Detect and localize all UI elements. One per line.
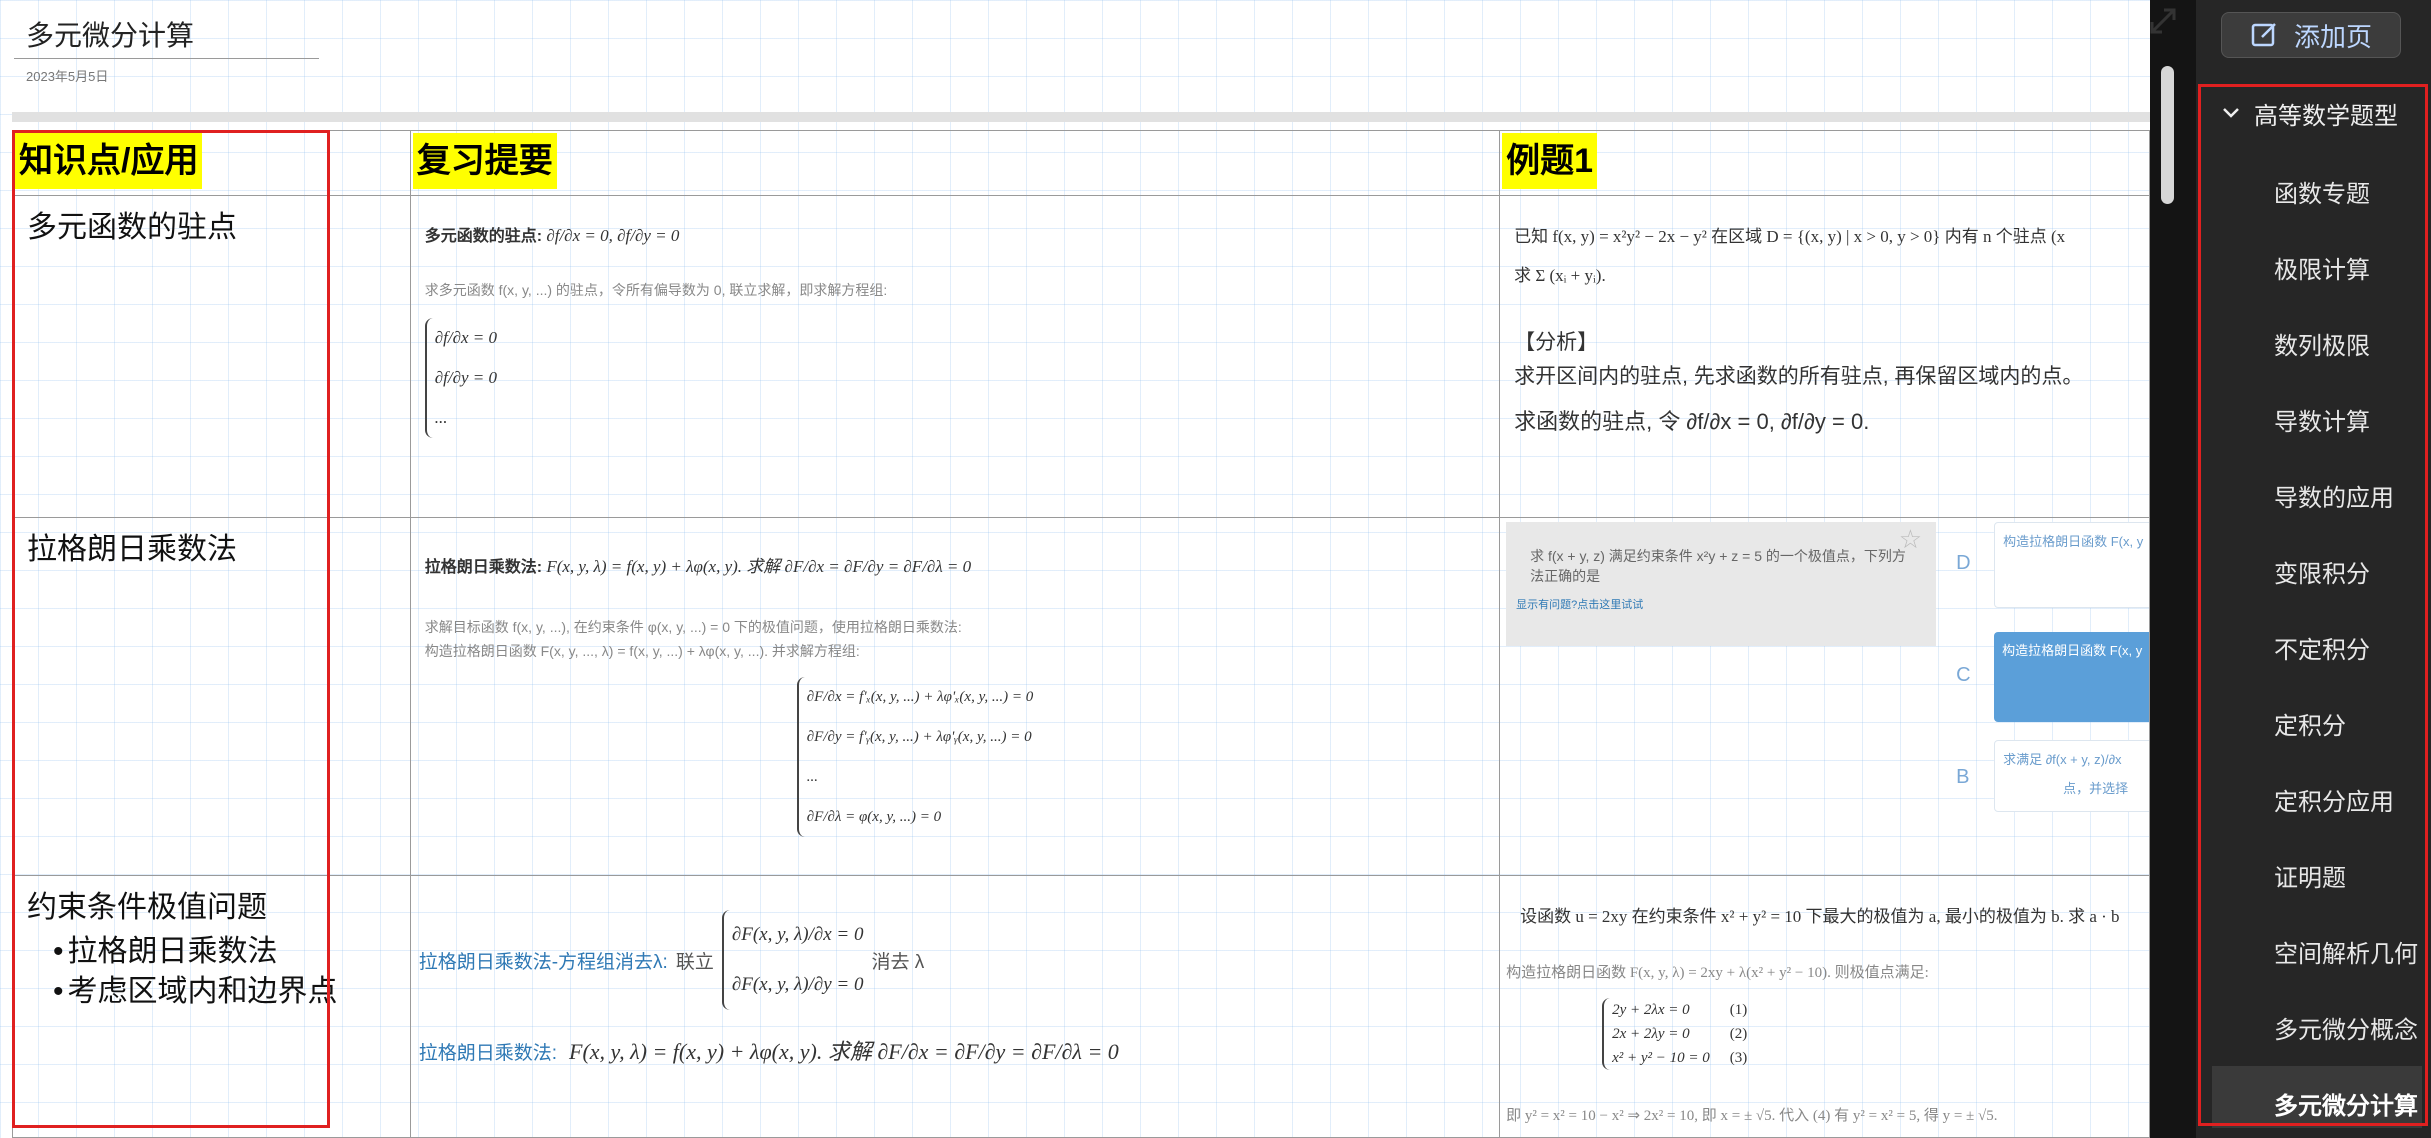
option-c-label: C <box>1956 664 1971 686</box>
quiz-option-d[interactable]: 构造拉格朗日函数 F(x, y <box>1994 522 2149 608</box>
system-line: ∂F(x, y, λ)/∂x = 0 <box>731 924 864 945</box>
table-header-row: 知识点/应用 复习提要 例题1 <box>12 130 2150 196</box>
example-question-2: 求 Σ (xᵢ + yᵢ). <box>1514 266 1606 285</box>
example-cell[interactable]: 已知 f(x, y) = x²y² − 2x − y² 在区域 D = {(x,… <box>1499 195 2150 518</box>
topic-label: 多元函数的驻点 <box>27 211 237 244</box>
review-system: ∂f/∂x = 0 ∂f/∂y = 0 ... <box>424 318 497 438</box>
example-line: 构造拉格朗日函数 F(x, y, λ) = 2xy + λ(x² + y² − … <box>1506 965 1929 981</box>
page-date: 2023年5月5日 <box>26 69 109 84</box>
title-divider <box>14 58 319 59</box>
top-divider-band <box>12 112 2150 122</box>
system-line: ∂F(x, y, λ)/∂y = 0 <box>731 974 864 995</box>
example-analysis-line: 求开区间内的驻点, 先求函数的所有驻点, 再保留区域内的点。 <box>1514 365 2084 388</box>
review-title: 拉格朗日乘数法: <box>424 559 543 576</box>
header-topic: 知识点/应用 <box>15 133 203 189</box>
header-cell[interactable]: 复习提要 <box>409 130 1501 196</box>
expand-icon[interactable] <box>2146 4 2180 38</box>
review-cell[interactable]: 拉格朗日乘数法: F(x, y, λ) = f(x, y) + λφ(x, y)… <box>409 517 1501 876</box>
option-b-text: 点，并选择 <box>2063 781 2129 796</box>
system-tag: (2) <box>1729 1026 1748 1042</box>
review-note: 求多元函数 f(x, y, ...) 的驻点，令所有偏导数为 0, 联立求解，即… <box>424 282 888 298</box>
quiz-question: 求 f(x + y, z) 满足约束条件 x²y + z = 5 的一个极值点，… <box>1530 548 1906 584</box>
review-blue-title: 拉格朗日乘数法: <box>418 1043 558 1064</box>
table-row: 多元函数的驻点 多元函数的驻点: ∂f/∂x = 0, ∂f/∂y = 0 求多… <box>12 195 2150 518</box>
review-system: ∂F/∂x = f'ₓ(x, y, ...) + λφ'ₓ(x, y, ...)… <box>796 677 1034 837</box>
system-line: 2y + 2λx = 0 <box>1612 1002 1690 1018</box>
system-tag: (1) <box>1729 1002 1748 1018</box>
list-item: 拉格朗日乘数法 <box>53 932 396 972</box>
topic-cell[interactable]: 多元函数的驻点 <box>12 195 411 518</box>
example-question: 设函数 u = 2xy 在约束条件 x² + y² = 10 下最大的极值为 a… <box>1520 907 2120 926</box>
example-cell[interactable]: 求 f(x + y, z) 满足约束条件 x²y + z = 5 的一个极值点，… <box>1499 517 2150 876</box>
system-tag: (3) <box>1729 1050 1748 1066</box>
table-row: 拉格朗日乘数法 拉格朗日乘数法: F(x, y, λ) = f(x, y) + … <box>12 517 2150 876</box>
system-line: 2x + 2λy = 0 <box>1612 1026 1690 1042</box>
header-review: 复习提要 <box>412 133 557 189</box>
edit-icon <box>2251 23 2276 47</box>
quiz-question-box: 求 f(x + y, z) 满足约束条件 x²y + z = 5 的一个极值点，… <box>1506 522 1937 646</box>
option-d-label: D <box>1956 552 1971 574</box>
review-cell[interactable]: 多元函数的驻点: ∂f/∂x = 0, ∂f/∂y = 0 求多元函数 f(x,… <box>409 195 1501 518</box>
review-title: 多元函数的驻点: <box>424 228 543 245</box>
add-page-button[interactable]: 添加页 <box>2221 12 2401 58</box>
system-line: ∂f/∂x = 0 <box>434 328 497 347</box>
quiz-option-c[interactable]: 构造拉格朗日函数 F(x, y <box>1994 632 2149 722</box>
quiz-option-b[interactable]: 求满足 ∂f(x + y, z)/∂x 点，并选择 <box>1994 740 2149 812</box>
annotation-box-right <box>2198 84 2428 1126</box>
system-line: ... <box>806 769 818 785</box>
add-page-label: 添加页 <box>2293 21 2372 52</box>
topic-label: 约束条件极值问题 <box>27 891 267 924</box>
review-equation: ∂f/∂x = 0, ∂f/∂y = 0 <box>546 226 680 245</box>
table-row: 约束条件极值问题 拉格朗日乘数法 考虑区域内和边界点 拉格朗日乘数法-方程组消去… <box>12 875 2150 1138</box>
topic-cell[interactable]: 拉格朗日乘数法 <box>12 517 411 876</box>
system-line: ∂F/∂λ = φ(x, y, ...) = 0 <box>806 809 942 825</box>
header-example: 例题1 <box>1502 133 1598 189</box>
review-text: 联立 <box>675 951 714 973</box>
topic-label: 拉格朗日乘数法 <box>27 533 237 566</box>
review-system: ∂F(x, y, λ)/∂x = 0 ∂F(x, y, λ)/∂y = 0 <box>721 910 864 1010</box>
system-line: ∂f/∂y = 0 <box>434 368 497 387</box>
header-cell[interactable]: 知识点/应用 <box>12 130 411 196</box>
review-blue-title: 拉格朗日乘数法-方程组消去λ: <box>418 951 668 973</box>
review-cell[interactable]: 拉格朗日乘数法-方程组消去λ: 联立 ∂F(x, y, λ)/∂x = 0 ∂F… <box>409 875 1501 1138</box>
notebook-page: 多元微分计算 2023年5月5日 知识点/应用 复习提要 例题1 多元函数的驻点… <box>0 0 2150 1138</box>
option-b-text: 求满足 ∂f(x + y, z)/∂x <box>2003 752 2122 767</box>
notes-table: 知识点/应用 复习提要 例题1 多元函数的驻点 多元函数的驻点: ∂f/∂x =… <box>12 130 2150 1138</box>
example-question: 已知 f(x, y) = x²y² − 2x − y² 在区域 D = {(x,… <box>1514 227 2066 246</box>
review-text: 消去 λ <box>871 951 925 973</box>
review-note: 求解目标函数 f(x, y, ...), 在约束条件 φ(x, y, ...) … <box>424 619 962 635</box>
review-equation: F(x, y, λ) = f(x, y) + λφ(x, y). 求解 ∂F/∂… <box>546 557 972 576</box>
example-system: 2y + 2λx = 0 2x + 2λy = 0 x² + y² − 10 =… <box>1602 998 1710 1070</box>
header-cell[interactable]: 例题1 <box>1499 130 2150 196</box>
example-analysis-line: 求函数的驻点, 令 ∂f/∂x = 0, ∂f/∂y = 0. <box>1514 409 1870 434</box>
system-line: ... <box>434 408 448 427</box>
example-cell[interactable]: 设函数 u = 2xy 在约束条件 x² + y² = 10 下最大的极值为 a… <box>1499 875 2150 1138</box>
list-item: 考虑区域内和边界点 <box>53 972 396 1012</box>
star-icon[interactable]: ☆ <box>1899 524 1922 555</box>
example-system-tags: (1) (2) (3) <box>1730 998 1748 1070</box>
system-line: ∂F/∂x = f'ₓ(x, y, ...) + λφ'ₓ(x, y, ...)… <box>806 689 1034 705</box>
topic-cell[interactable]: 约束条件极值问题 拉格朗日乘数法 考虑区域内和边界点 <box>12 875 411 1138</box>
topic-bullets: 拉格朗日乘数法 考虑区域内和边界点 <box>27 932 396 1012</box>
system-line: ∂F/∂y = f'ᵧ(x, y, ...) + λφ'ᵧ(x, y, ...)… <box>806 729 1032 745</box>
page-title[interactable]: 多元微分计算 <box>26 14 194 54</box>
review-note: 构造拉格朗日函数 F(x, y, ..., λ) = f(x, y, ...) … <box>424 643 860 659</box>
example-analysis: 【分析】 <box>1514 331 1599 354</box>
system-line: x² + y² − 10 = 0 <box>1612 1050 1710 1066</box>
review-equation: F(x, y, λ) = f(x, y) + λφ(x, y). 求解 ∂F/∂… <box>569 1039 1119 1064</box>
example-line: 即 y² = x² = 10 − x² ⇒ 2x² = 10, 即 x = ± … <box>1506 1108 1998 1124</box>
option-b-label: B <box>1956 766 1970 788</box>
scrollbar-thumb[interactable] <box>2161 66 2174 204</box>
quiz-help-link[interactable]: 显示有问题?点击这里试试 <box>1506 586 1936 612</box>
